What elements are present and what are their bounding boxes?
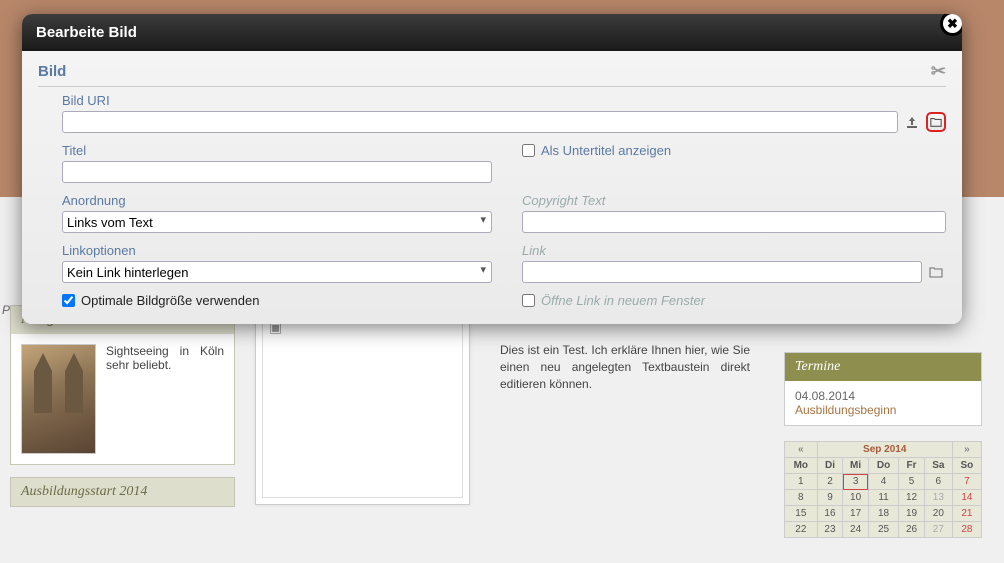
calendar-day[interactable]: 8	[785, 490, 818, 506]
calendar-day[interactable]: 11	[868, 490, 898, 506]
calendar-day[interactable]: 17	[843, 506, 869, 522]
calendar-day[interactable]: 2	[817, 474, 843, 490]
news-text: Sightseeing in Köln sehr beliebt.	[106, 344, 224, 454]
calendar-day[interactable]: 4	[868, 474, 898, 490]
calendar-day[interactable]: 26	[899, 522, 925, 538]
calendar-day[interactable]: 20	[924, 506, 952, 522]
calendar-prev[interactable]: «	[785, 442, 818, 458]
linkopt-label: Linkoptionen	[62, 243, 492, 258]
calendar-weekday: Do	[868, 458, 898, 474]
anordnung-label: Anordnung	[62, 193, 492, 208]
calendar-day[interactable]: 5	[899, 474, 925, 490]
calendar-day[interactable]: 14	[952, 490, 981, 506]
uri-input[interactable]	[62, 111, 898, 133]
calendar-weekday: Mo	[785, 458, 818, 474]
calendar-weekday: So	[952, 458, 981, 474]
calendar-day[interactable]: 27	[924, 522, 952, 538]
calendar-next[interactable]: »	[952, 442, 981, 458]
calendar-day[interactable]: 22	[785, 522, 818, 538]
linkopt-select[interactable]: Kein Link hinterlegen	[62, 261, 492, 283]
newwin-checkbox[interactable]	[522, 294, 535, 307]
subtitle-label: Als Untertitel anzeigen	[541, 143, 671, 158]
anordnung-select[interactable]: Links vom Text	[62, 211, 492, 233]
calendar-day[interactable]: 1	[785, 474, 818, 490]
calendar-day[interactable]: 24	[843, 522, 869, 538]
copyright-input[interactable]	[522, 211, 946, 233]
calendar-day[interactable]: 9	[817, 490, 843, 506]
scissors-icon[interactable]: ✂	[931, 61, 946, 82]
calendar-day[interactable]: 18	[868, 506, 898, 522]
content-text: Dies ist ein Test. Ich erkläre Ihnen hie…	[500, 342, 750, 392]
termine-title[interactable]: Ausbildungsbeginn	[795, 403, 971, 417]
link-label: Link	[522, 243, 946, 258]
calendar-title: Sep 2014	[817, 442, 952, 458]
copyright-label: Copyright Text	[522, 193, 946, 208]
newwin-label: Öffne Link in neuem Fenster	[541, 293, 705, 308]
titel-label: Titel	[62, 143, 492, 158]
dialog-title: Bearbeite Bild	[22, 14, 962, 51]
calendar-day[interactable]: 13	[924, 490, 952, 506]
news-widget: Neuigkeiten aus Köln Sightseeing in Köln…	[10, 305, 235, 465]
calendar-weekday: Fr	[899, 458, 925, 474]
close-icon[interactable]	[940, 14, 962, 36]
browse-folder-icon[interactable]	[926, 112, 946, 132]
calendar-day[interactable]: 19	[899, 506, 925, 522]
termine-heading: Termine	[785, 353, 981, 381]
calendar-day[interactable]: 3	[843, 474, 869, 490]
calendar-day[interactable]: 10	[843, 490, 869, 506]
subtitle-checkbox[interactable]	[522, 144, 535, 157]
calendar-day[interactable]: 28	[952, 522, 981, 538]
calendar-day[interactable]: 6	[924, 474, 952, 490]
calendar-day[interactable]: 25	[868, 522, 898, 538]
calendar: « Sep 2014 » MoDiMiDoFrSaSo 123456789101…	[784, 441, 982, 538]
news-widget-2: Ausbildungsstart 2014	[10, 477, 235, 507]
calendar-day[interactable]: 23	[817, 522, 843, 538]
news-image	[21, 344, 96, 454]
image-placeholder[interactable]: ▣	[255, 305, 470, 505]
link-input[interactable]	[522, 261, 922, 283]
uri-label: Bild URI	[62, 93, 946, 108]
calendar-weekday: Sa	[924, 458, 952, 474]
calendar-day[interactable]: 16	[817, 506, 843, 522]
link-folder-icon[interactable]	[926, 262, 946, 282]
titel-input[interactable]	[62, 161, 492, 183]
optimize-checkbox[interactable]	[62, 294, 75, 307]
calendar-day[interactable]: 7	[952, 474, 981, 490]
termine-widget: Termine 04.08.2014 Ausbildungsbeginn	[784, 352, 982, 426]
calendar-weekday: Mi	[843, 458, 869, 474]
calendar-weekday: Di	[817, 458, 843, 474]
termine-date: 04.08.2014	[795, 389, 971, 403]
calendar-day[interactable]: 12	[899, 490, 925, 506]
section-heading: Bild	[38, 63, 66, 80]
news2-heading: Ausbildungsstart 2014	[11, 478, 234, 506]
optimize-label: Optimale Bildgröße verwenden	[81, 293, 259, 308]
calendar-day[interactable]: 15	[785, 506, 818, 522]
calendar-day[interactable]: 21	[952, 506, 981, 522]
upload-icon[interactable]	[902, 112, 922, 132]
edit-image-dialog: Bearbeite Bild Bild ✂ Bild URI	[22, 14, 962, 324]
